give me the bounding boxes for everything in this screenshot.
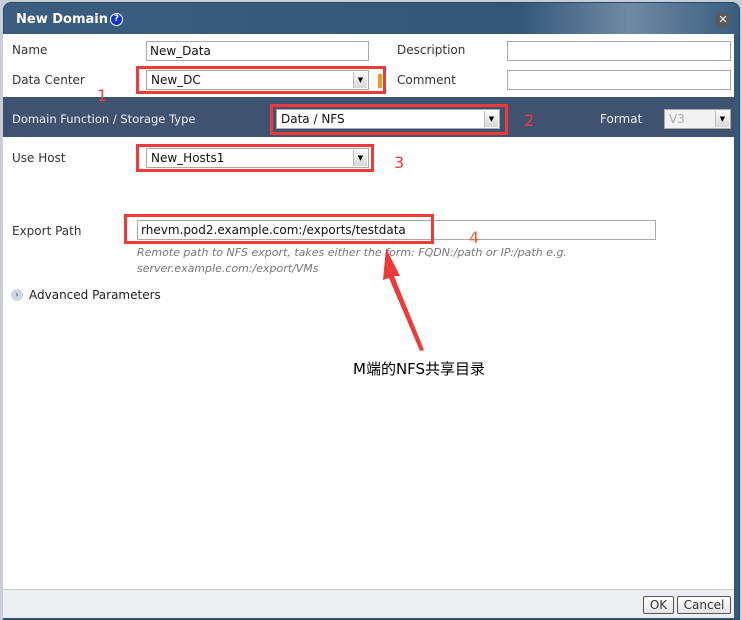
dialog-footer bbox=[3, 589, 734, 618]
ok-button[interactable]: OK bbox=[643, 596, 674, 614]
annotation-note: M端的NFS共享目录 bbox=[353, 360, 486, 378]
cancel-button[interactable]: Cancel bbox=[677, 596, 731, 614]
annotation-arrow bbox=[383, 248, 424, 351]
